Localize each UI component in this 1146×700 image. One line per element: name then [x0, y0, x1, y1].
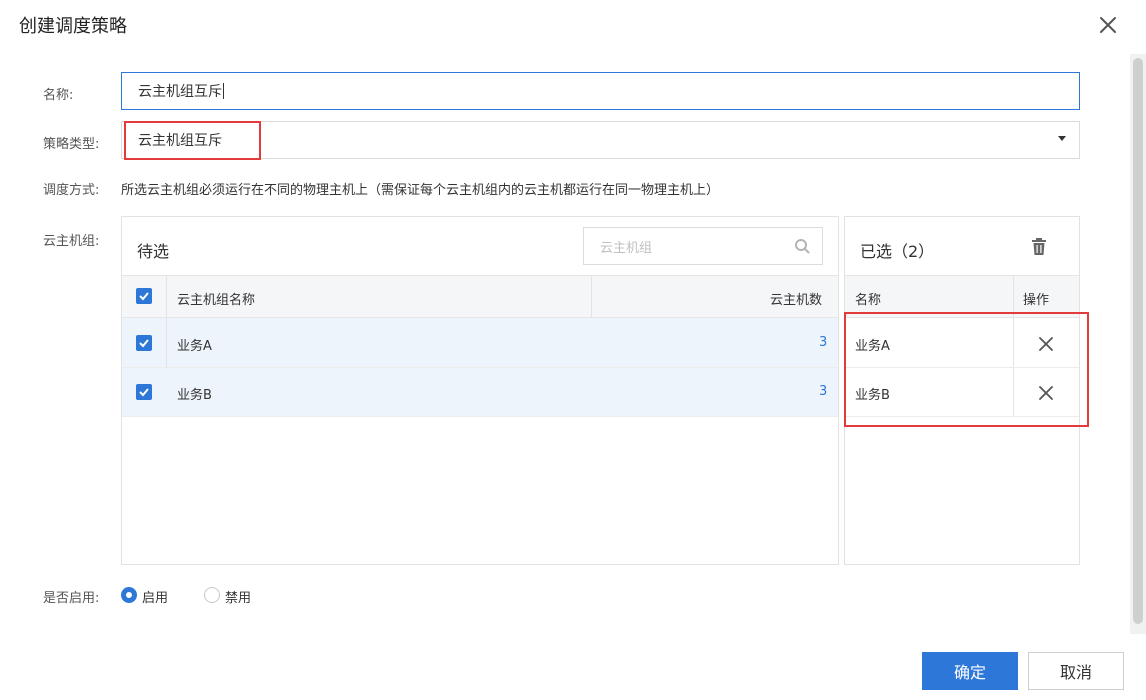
selected-title: 已选（2）	[860, 242, 935, 261]
dialog-title: 创建调度策略	[19, 16, 127, 37]
column-divider	[166, 276, 167, 317]
enable-radio[interactable]	[121, 587, 137, 603]
text-cursor	[223, 83, 224, 99]
table-row[interactable]	[122, 368, 838, 417]
column-header-selected-name: 名称	[855, 293, 882, 308]
available-title: 待选	[137, 242, 170, 261]
selected-item-name: 业务A	[855, 339, 890, 354]
caret-down-icon[interactable]	[1058, 136, 1066, 141]
column-header-name[interactable]: 云主机组名称	[177, 289, 255, 308]
close-icon[interactable]	[1097, 14, 1119, 36]
column-header-count[interactable]: 云主机数	[770, 289, 822, 308]
trash-icon[interactable]	[1031, 238, 1047, 256]
scrollbar-thumb[interactable]	[1133, 58, 1143, 624]
row-checkbox[interactable]	[136, 384, 152, 400]
enable-option-label[interactable]: 启用	[142, 587, 168, 606]
search-icon[interactable]	[794, 238, 810, 254]
remove-icon[interactable]	[1039, 336, 1053, 351]
type-select-value: 云主机组互斥	[138, 133, 222, 149]
search-input[interactable]: 云主机组	[583, 227, 823, 265]
row-count-link[interactable]: 3	[819, 384, 827, 399]
name-label: 名称:	[43, 88, 74, 103]
row-count-link[interactable]: 3	[819, 335, 827, 350]
selected-item-name: 业务B	[855, 388, 890, 403]
cancel-button[interactable]: 取消	[1028, 652, 1124, 690]
type-select[interactable]: 云主机组互斥	[121, 121, 1080, 159]
disable-radio[interactable]	[204, 587, 220, 603]
name-input[interactable]: 云主机组互斥	[121, 72, 1080, 110]
type-label: 策略类型:	[43, 137, 100, 152]
group-label: 云主机组:	[43, 234, 100, 249]
row-name: 业务A	[177, 339, 212, 354]
remove-icon[interactable]	[1039, 385, 1053, 400]
mode-label: 调度方式:	[43, 183, 100, 198]
column-header-action: 操作	[1023, 293, 1050, 308]
enable-label: 是否启用:	[43, 591, 100, 606]
row-checkbox[interactable]	[136, 335, 152, 351]
mode-description: 所选云主机组必须运行在不同的物理主机上（需保证每个云主机组内的云主机都运行在同一…	[121, 183, 720, 198]
name-input-value: 云主机组互斥	[138, 84, 222, 100]
table-row[interactable]	[122, 318, 838, 368]
select-all-checkbox[interactable]	[136, 288, 152, 304]
search-placeholder: 云主机组	[600, 240, 653, 256]
row-name: 业务B	[177, 388, 212, 403]
disable-option-label[interactable]: 禁用	[225, 587, 251, 606]
confirm-button[interactable]: 确定	[922, 652, 1018, 690]
